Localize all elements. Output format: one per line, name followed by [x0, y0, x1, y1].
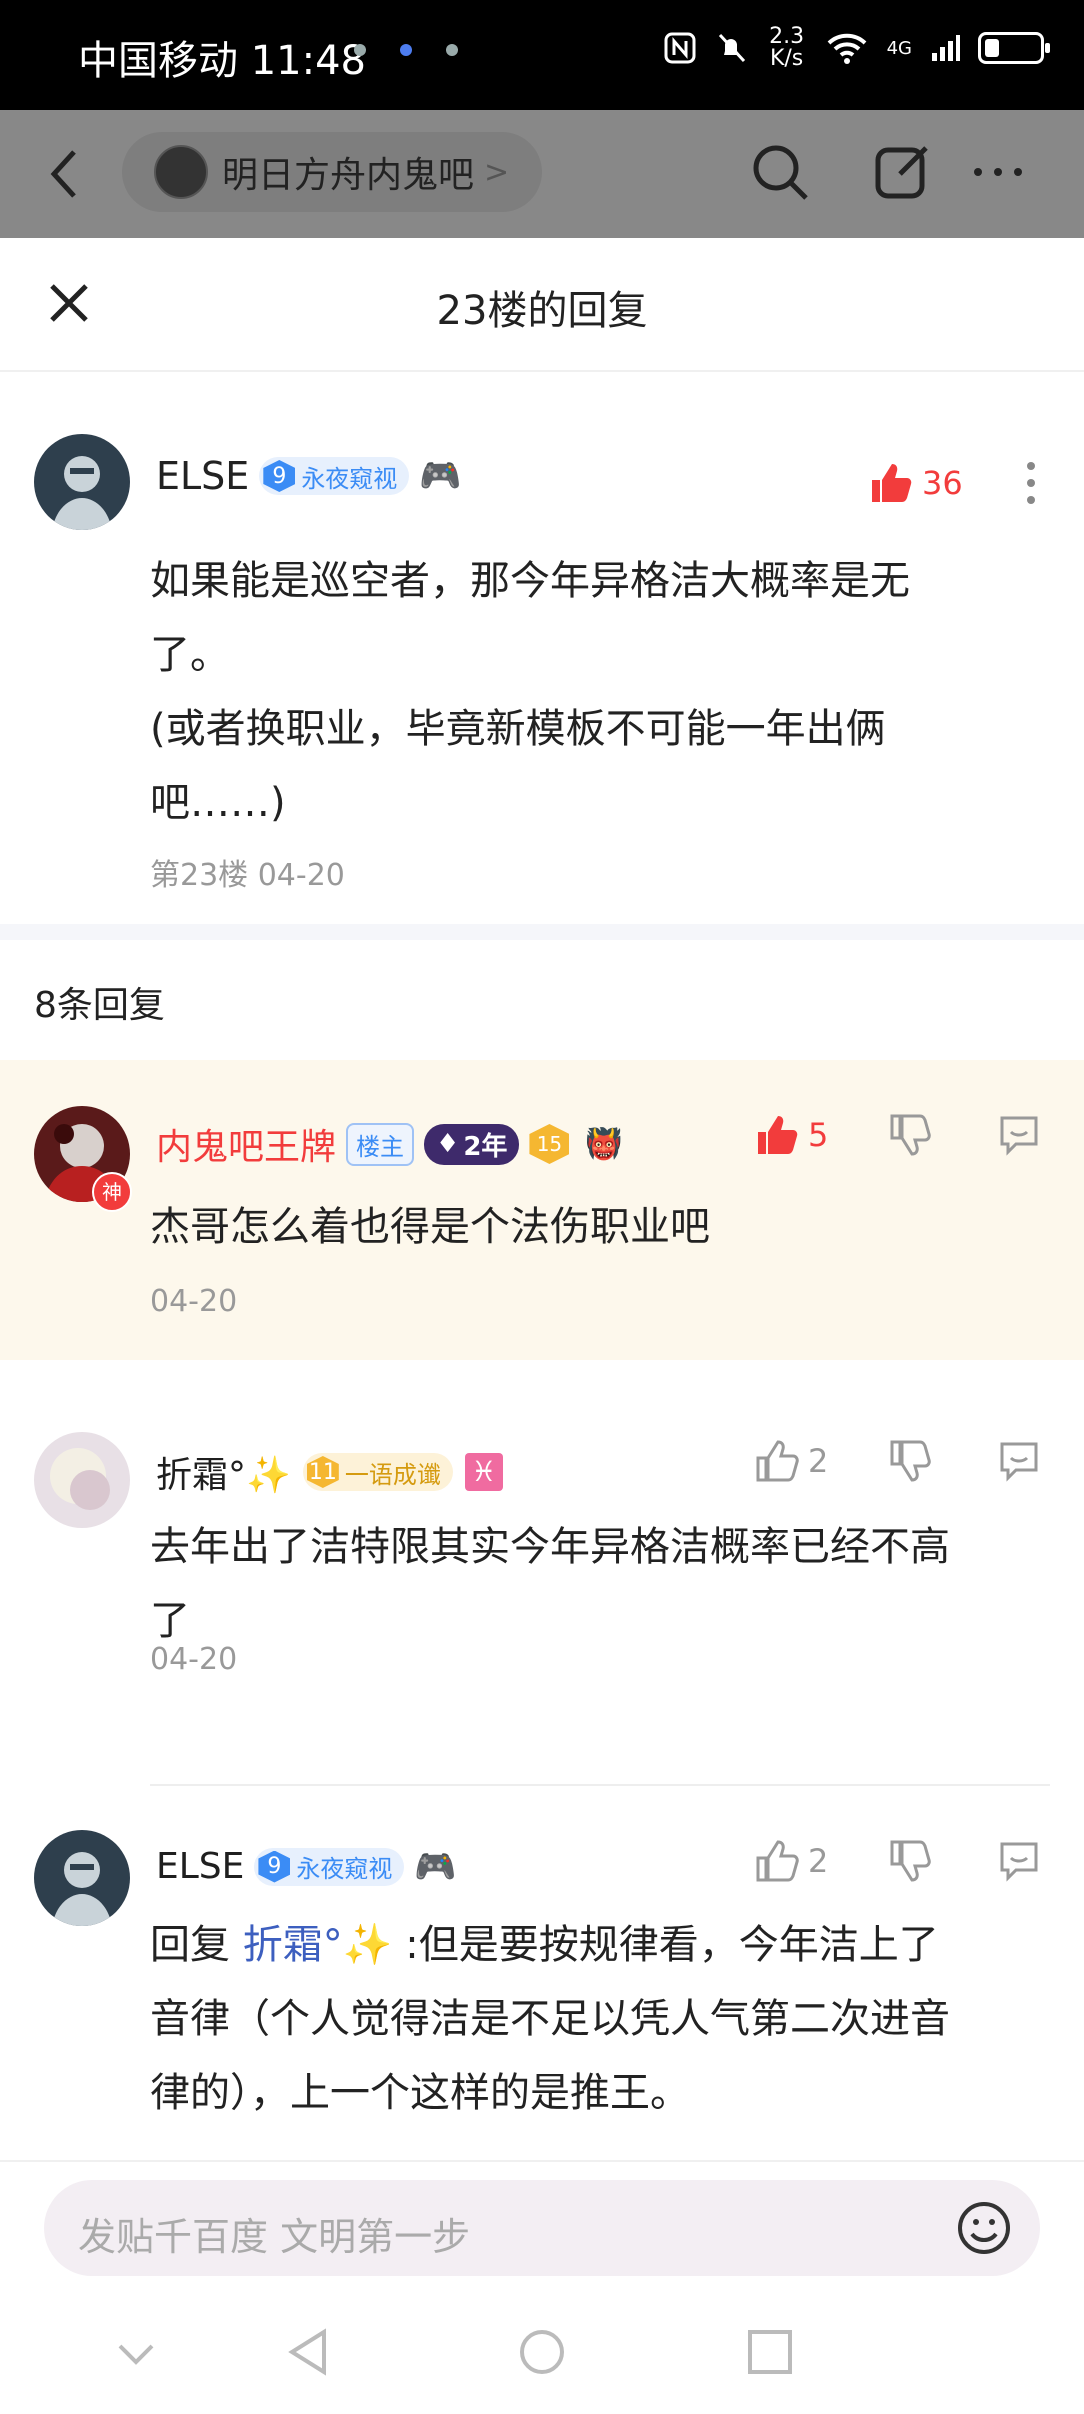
level-badge: 11 一语成谶 [302, 1453, 453, 1491]
like-count: 36 [922, 464, 963, 502]
username[interactable]: ELSE [156, 454, 249, 498]
username[interactable]: 折霜°✨ [156, 1446, 291, 1498]
like-button[interactable]: 36 [868, 460, 963, 506]
thumbs-down-icon[interactable] [886, 1112, 932, 1158]
avatar[interactable] [34, 1432, 130, 1528]
wifi-icon [827, 33, 866, 64]
back-icon[interactable] [44, 144, 84, 204]
avatar-image [50, 1448, 110, 1510]
post-input[interactable]: 发贴千百度 文明第一步 [44, 2180, 1040, 2276]
thumbs-down-icon[interactable] [886, 1438, 932, 1484]
reply-meta: 04-20 [150, 1284, 238, 1319]
nav-home-icon[interactable] [516, 2326, 568, 2378]
chevron-right-icon: > [484, 154, 510, 190]
thumbs-up-icon [872, 464, 912, 502]
list-item: 神 内鬼吧王牌 楼主 ♦ 2年 15 👹 5 杰哥怎么着也得是个法伤职业吧 04-… [0, 1060, 1084, 1360]
mute-icon [718, 33, 745, 63]
section-divider [0, 924, 1084, 940]
more-icon[interactable] [966, 140, 1030, 204]
notification-dots [354, 44, 458, 56]
signal-type: 4G [886, 37, 912, 59]
thumbs-up-icon [756, 1840, 799, 1882]
post-meta: 第23楼 04-20 [150, 858, 345, 893]
search-icon[interactable] [748, 140, 812, 204]
god-badge: 神 [92, 1172, 132, 1212]
reply-count: 8条回复 [34, 985, 165, 1026]
username[interactable]: ELSE [156, 1846, 244, 1887]
like-button[interactable]: 2 [754, 1838, 874, 1884]
username[interactable]: 内鬼吧王牌 [156, 1118, 336, 1170]
nfc-icon [664, 32, 696, 64]
like-count: 2 [808, 1842, 829, 1880]
forum-nav-bar: 明日方舟内鬼吧 > [0, 110, 1084, 238]
net-speed: 2.3 K/s [769, 24, 805, 71]
chevron-down-icon[interactable] [114, 2332, 158, 2376]
more-vertical-icon[interactable] [1021, 458, 1041, 508]
thumbs-down-icon[interactable] [886, 1838, 932, 1884]
level-badge: 15 [529, 1124, 570, 1164]
status-bar: 中国移动 11:48 2.3 K/s 4G [0, 0, 1084, 110]
pisces-icon: ♓ [464, 1453, 503, 1491]
host-tag: 楼主 [346, 1122, 415, 1166]
thumbs-up-icon [758, 1116, 798, 1154]
game-badge-icon: 🎮 [414, 1846, 457, 1887]
mention-link[interactable]: 折霜°✨ [243, 1922, 393, 1968]
forum-pill[interactable]: 明日方舟内鬼吧 > [122, 132, 542, 212]
emoji-icon[interactable] [954, 2198, 1014, 2258]
level-badge: 9 永夜窥视 [259, 457, 410, 495]
input-placeholder: 发贴千百度 文明第一步 [78, 2215, 471, 2259]
list-item: 折霜°✨ 11 一语成谶 ♓ 2 去年出了洁特限其实今年异格洁概率已经不高 了 … [0, 1380, 1084, 1740]
avatar-image [52, 456, 112, 530]
comment-icon[interactable] [996, 1438, 1042, 1484]
sheet-title: 23楼的回复 [436, 288, 648, 334]
like-count: 2 [808, 1442, 829, 1480]
like-button[interactable]: 2 [754, 1438, 874, 1484]
list-item: ELSE 9 永夜窥视 🎮 2 回复 折霜°✨ :但是要按规律看，今年洁上了 音… [0, 1788, 1084, 2188]
reply-sheet: 23楼的回复 ELSE 9 永夜窥视 🎮 36 如果能是巡空者，那今年异格洁大概… [0, 240, 1084, 2414]
carrier-time: 中国移动 11:48 [78, 38, 366, 84]
game-badge-icon: 🎮 [419, 456, 462, 496]
like-count: 5 [808, 1116, 829, 1154]
comment-icon[interactable] [996, 1838, 1042, 1884]
forum-name: 明日方舟内鬼吧 [222, 155, 475, 196]
avatar[interactable] [34, 1830, 130, 1926]
signal-icon [932, 35, 960, 61]
reply-content: 杰哥怎么着也得是个法伤职业吧 [150, 1204, 710, 1250]
nav-back-icon[interactable] [284, 2326, 336, 2378]
reply-meta: 04-20 [150, 1642, 238, 1677]
system-nav-bar [0, 2300, 1084, 2412]
like-button[interactable]: 5 [754, 1112, 874, 1158]
reply-content: 去年出了洁特限其实今年异格洁概率已经不高 了 [150, 1524, 950, 1644]
compose-icon[interactable] [870, 140, 934, 204]
sheet-header: 23楼的回复 [0, 240, 1084, 372]
level-badge: 9 永夜窥视 [254, 1847, 405, 1886]
avatar-image [52, 1852, 112, 1926]
mask-badge-icon: 👹 [585, 1126, 623, 1162]
reply-content: 回复 折霜°✨ :但是要按规律看，今年洁上了 音律（个人觉得洁是不足以凭人气第二… [150, 1922, 950, 2116]
comment-icon[interactable] [996, 1112, 1042, 1158]
thumbs-up-icon [756, 1440, 799, 1482]
forum-avatar [154, 145, 208, 199]
divider [150, 1784, 1050, 1786]
avatar[interactable] [34, 434, 130, 530]
post-content: 如果能是巡空者，那今年异格洁大概率是无 了。 (或者换职业，毕竟新模板不可能一年… [150, 558, 910, 826]
battery-icon [978, 32, 1050, 64]
member-years-badge: ♦ 2年 [424, 1123, 520, 1165]
nav-recents-icon[interactable] [744, 2326, 796, 2378]
